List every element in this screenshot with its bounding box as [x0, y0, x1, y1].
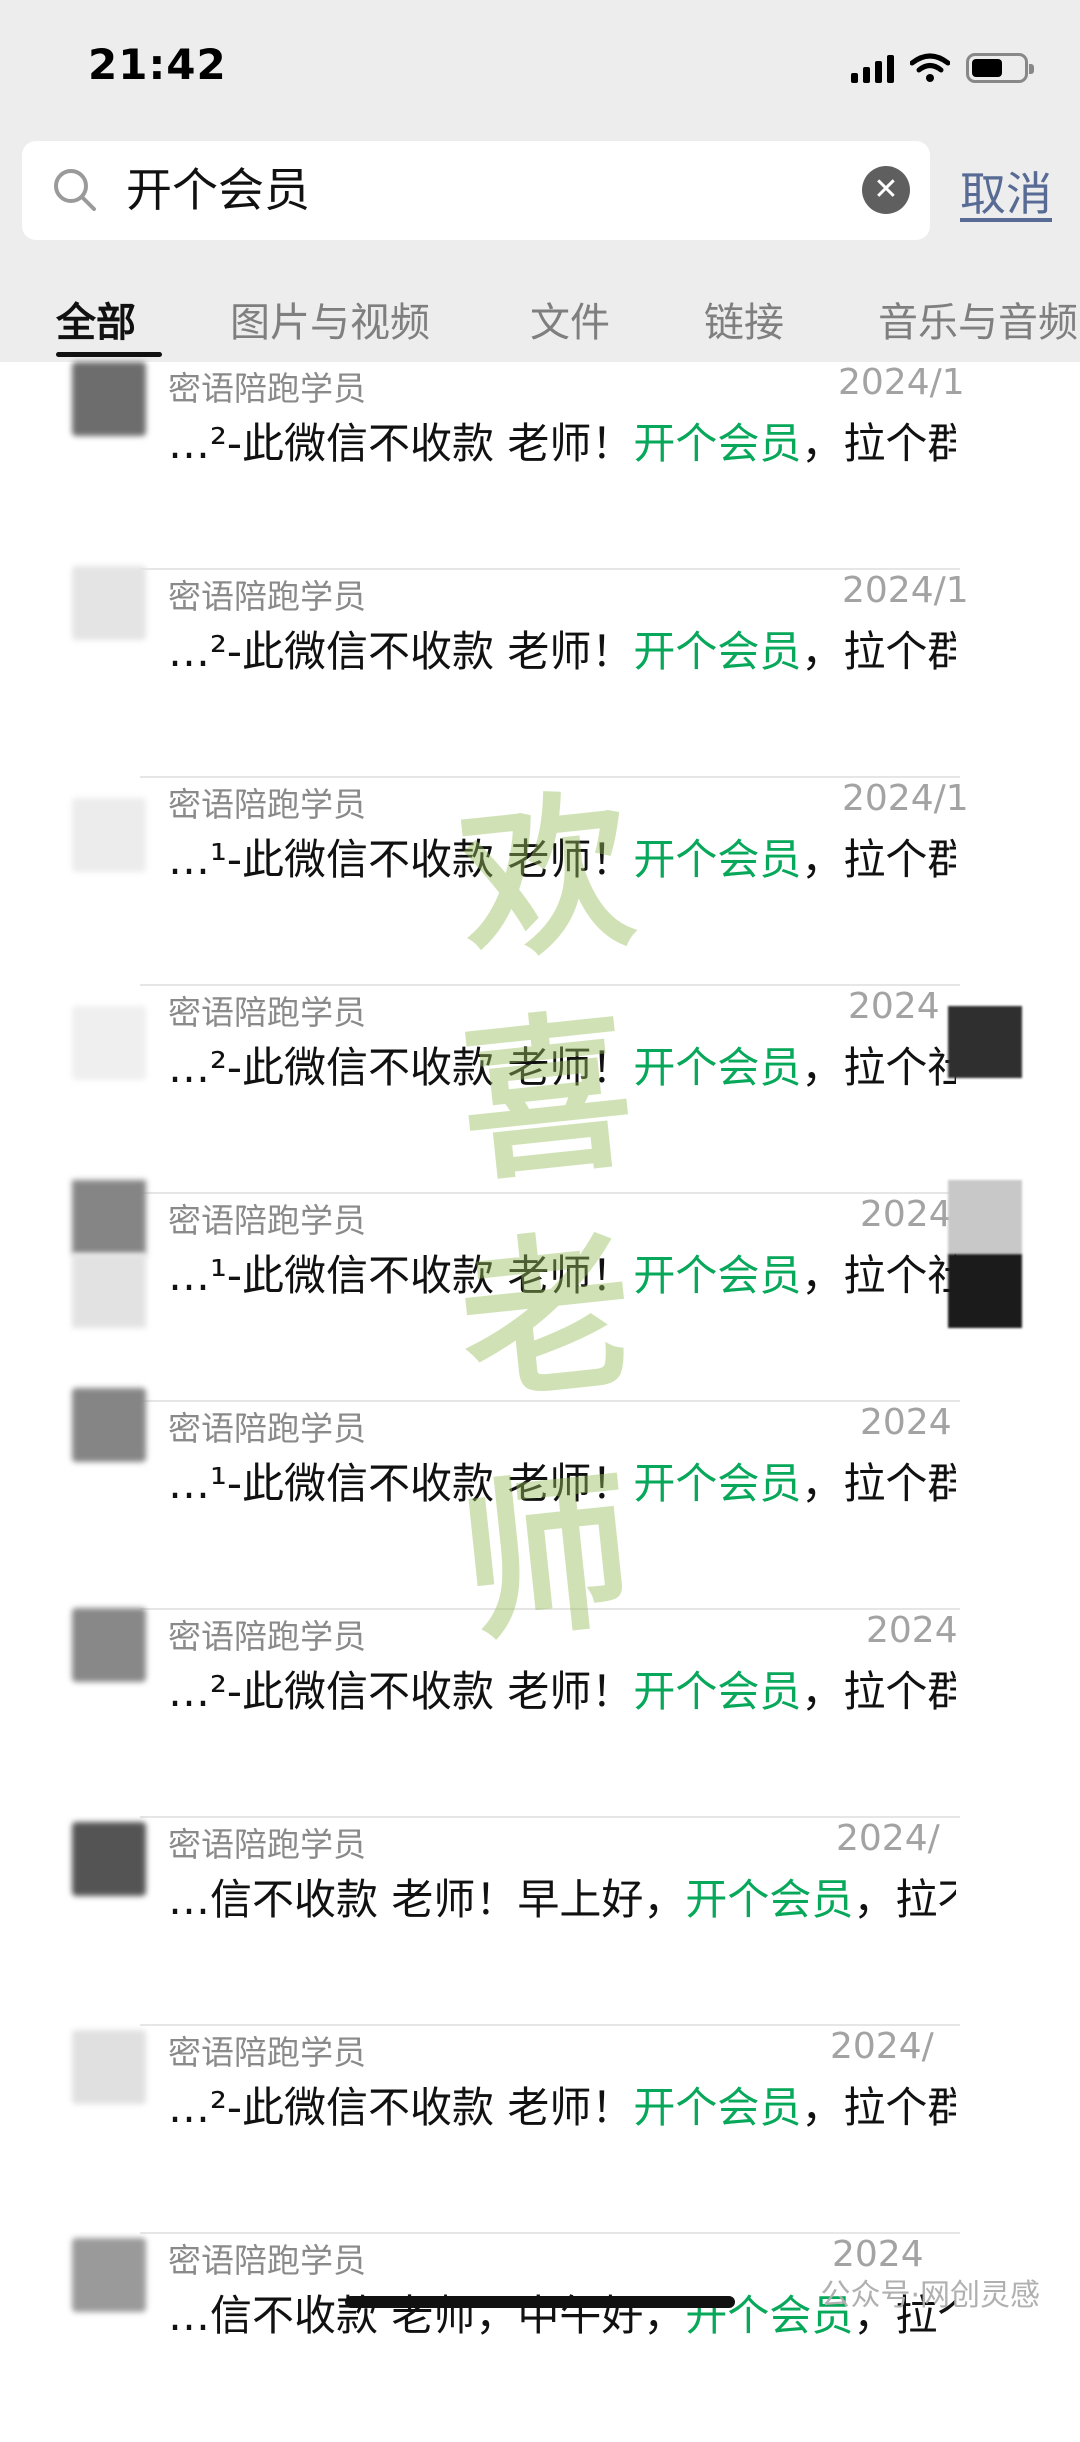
result-row[interactable]: 密语陪跑学员 2024/ …²-此微信不收款 老师！开个会员，拉个群	[0, 2026, 1080, 2234]
side-thumbnail	[948, 1006, 1022, 1078]
result-row[interactable]: 密语陪跑学员 2024 …信不收款 老师，中午好，开个会员，拉个群	[0, 2234, 1080, 2442]
avatar	[72, 2238, 146, 2312]
sender-name: 密语陪跑学员	[168, 993, 366, 1032]
avatar	[72, 1254, 146, 1328]
side-thumbnail	[948, 1254, 1022, 1328]
message-date: 2024	[848, 986, 940, 1027]
sender-name: 密语陪跑学员	[168, 369, 366, 408]
home-indicator[interactable]	[345, 2296, 735, 2308]
sender-name: 密语陪跑学员	[168, 577, 366, 616]
avatar	[72, 2030, 146, 2104]
message-snippet: …²-此微信不收款 老师！开个会员，拉个群	[168, 627, 956, 676]
search-icon	[54, 169, 96, 211]
search-input[interactable]: 开个会员	[126, 155, 310, 225]
avatar	[72, 1822, 146, 1896]
message-snippet: …²-此微信不收款 老师！开个会员，拉个群	[168, 1667, 956, 1716]
tab-files[interactable]: 文件	[530, 290, 610, 348]
status-icons	[851, 48, 1034, 88]
message-snippet: …信不收款 老师！早上好，开个会员，拉不	[168, 1875, 956, 1924]
message-date: 2024/	[830, 2026, 934, 2067]
search-bar[interactable]: 开个会员 ✕	[22, 141, 930, 240]
tab-audio[interactable]: 音乐与音频	[878, 290, 1078, 348]
sender-name: 密语陪跑学员	[168, 2033, 366, 2072]
avatar	[72, 1180, 146, 1254]
cancel-button[interactable]: 取消	[960, 158, 1052, 224]
result-row[interactable]: 密语陪跑学员 2024/1 …²-此微信不收款 老师！开个会员，拉个群	[0, 362, 1080, 570]
avatar	[72, 362, 146, 436]
battery-icon	[966, 53, 1034, 83]
clear-icon[interactable]: ✕	[862, 166, 910, 214]
tab-links[interactable]: 链接	[704, 290, 784, 348]
status-time: 21:42	[88, 40, 227, 89]
sender-name: 密语陪跑学员	[168, 785, 366, 824]
avatar	[72, 798, 146, 872]
sender-name: 密语陪跑学员	[168, 1825, 366, 1864]
avatar	[72, 1388, 146, 1462]
result-row[interactable]: 密语陪跑学员 2024/ …信不收款 老师！早上好，开个会员，拉不	[0, 1818, 1080, 2026]
message-date: 2024/1	[838, 362, 965, 403]
message-date: 2024	[832, 2234, 924, 2275]
sender-name: 密语陪跑学员	[168, 1201, 366, 1240]
message-date: 2024	[866, 1610, 958, 1651]
filter-tabs: 全部 图片与视频 文件 链接 音乐与音频	[0, 280, 1080, 362]
message-date: 2024/	[836, 1818, 940, 1859]
sender-name: 密语陪跑学员	[168, 2241, 366, 2280]
message-date: 2024/1	[842, 778, 969, 819]
cellular-signal-icon	[851, 53, 894, 83]
tab-media[interactable]: 图片与视频	[230, 290, 430, 348]
sender-name: 密语陪跑学员	[168, 1617, 366, 1656]
wifi-icon	[910, 53, 950, 82]
tab-all[interactable]: 全部	[56, 290, 136, 348]
source-credit: 公众号·网创灵感	[820, 2278, 1040, 2313]
watermark-char: 老	[451, 1209, 642, 1427]
active-tab-indicator	[56, 352, 162, 357]
message-date: 2024/1	[842, 570, 969, 611]
watermark-char: 师	[451, 1449, 642, 1667]
search-header: 21:42 开个会员 ✕ 取消 全部 图片与视频 文件 链接 音乐与音频	[0, 0, 1080, 362]
side-thumbnail	[948, 1180, 1022, 1254]
sender-name: 密语陪跑学员	[168, 1409, 366, 1448]
avatar	[72, 566, 146, 640]
message-snippet: …²-此微信不收款 老师！开个会员，拉个群	[168, 419, 956, 468]
message-date: 2024	[860, 1402, 952, 1443]
message-snippet: …²-此微信不收款 老师！开个会员，拉个群	[168, 2083, 956, 2132]
avatar	[72, 1608, 146, 1682]
message-date: 2024	[860, 1194, 952, 1235]
avatar	[72, 1006, 146, 1080]
